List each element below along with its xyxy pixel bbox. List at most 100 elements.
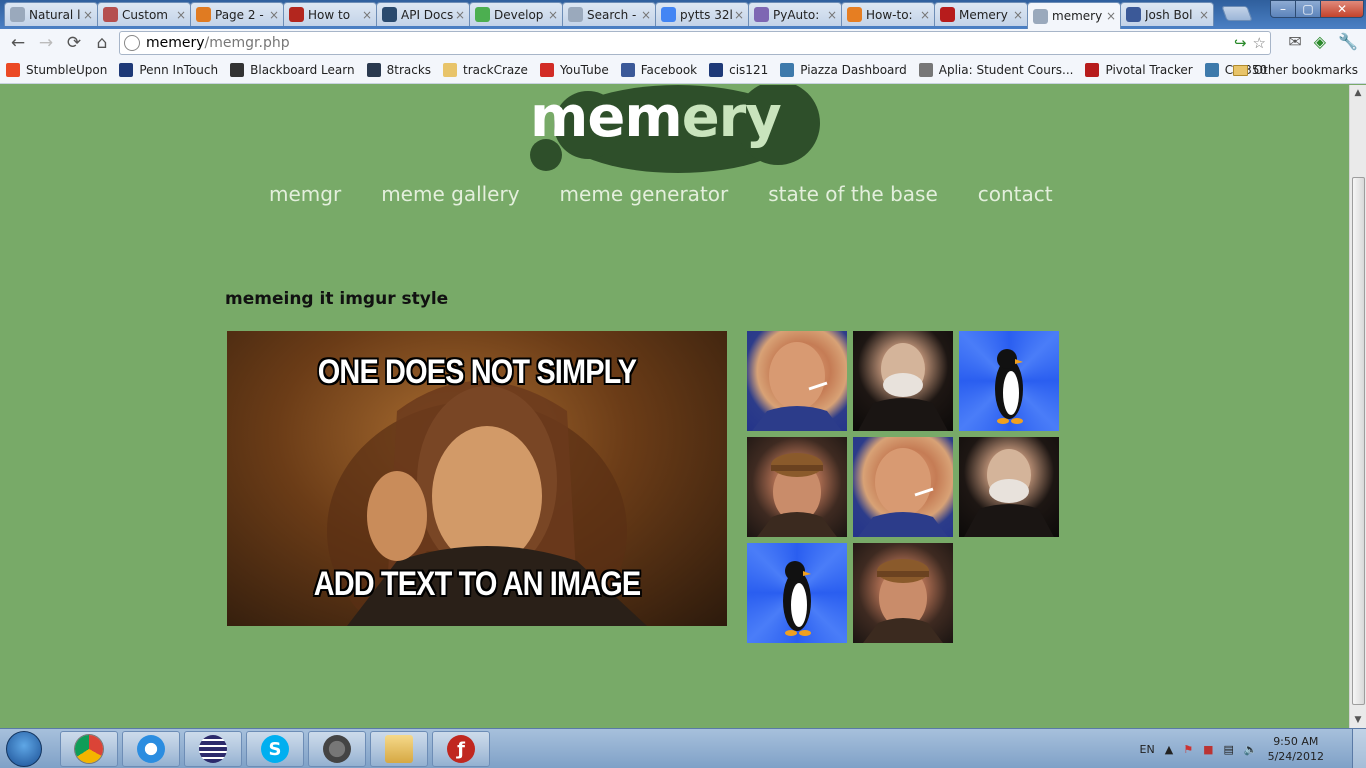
show-desktop-button[interactable] [1352, 729, 1366, 768]
tray-expand-icon[interactable]: ▲ [1165, 743, 1173, 756]
tab-close-icon[interactable]: × [1106, 9, 1116, 23]
network-icon[interactable]: ▤ [1223, 743, 1233, 756]
clock-time: 9:50 AM [1273, 735, 1319, 748]
meme-thumbnail-penguin[interactable] [747, 543, 847, 643]
maximize-button[interactable]: ▢ [1295, 0, 1321, 18]
meme-thumbnail-dos[interactable] [853, 331, 953, 431]
scroll-up-arrow-icon[interactable]: ▲ [1350, 85, 1366, 101]
bookmark-label: 8tracks [386, 63, 432, 77]
bookmark-item[interactable]: 8tracks [361, 63, 437, 77]
bookmark-item[interactable]: Piazza Dashboard [774, 63, 913, 77]
tab-close-icon[interactable]: × [176, 8, 186, 22]
bookmark-item[interactable]: Penn InTouch [113, 63, 224, 77]
scroll-thumb[interactable] [1352, 177, 1365, 705]
browser-tab[interactable]: Develop × [469, 2, 563, 26]
flash-icon: ƒ [447, 735, 475, 763]
forward-button[interactable]: → [32, 30, 60, 56]
taskbar-chrome[interactable] [60, 731, 118, 767]
scroll-down-arrow-icon[interactable]: ▼ [1350, 712, 1366, 728]
tab-close-icon[interactable]: × [548, 8, 558, 22]
nav-state-of-the-base[interactable]: state of the base [768, 182, 938, 206]
tab-close-icon[interactable]: × [83, 8, 93, 22]
back-button[interactable]: ← [4, 30, 32, 56]
tab-close-icon[interactable]: × [1013, 8, 1023, 22]
tab-close-icon[interactable]: × [455, 8, 465, 22]
meme-thumbnail-penguin[interactable] [959, 331, 1059, 431]
tab-favicon-icon [475, 7, 490, 22]
new-tab-button[interactable] [1221, 6, 1253, 21]
nav-meme-gallery[interactable]: meme gallery [381, 182, 519, 206]
redirect-icon[interactable]: ↪ [1234, 34, 1247, 52]
tab-title: Memery [959, 7, 1008, 22]
page-scrollbar[interactable]: ▲ ▼ [1349, 85, 1366, 728]
tab-close-icon[interactable]: × [734, 8, 744, 22]
address-bar[interactable]: memery/memgr.php ↪ ☆ [119, 31, 1271, 55]
tab-close-icon[interactable]: × [362, 8, 372, 22]
clock[interactable]: 9:50 AM 5/24/2012 [1268, 734, 1324, 764]
other-bookmarks[interactable]: Other bookmarks [1232, 63, 1358, 77]
featured-meme-image[interactable]: ONE DOES NOT SIMPLY ADD TEXT TO AN IMAGE [227, 331, 727, 626]
bookmark-label: trackCraze [463, 63, 528, 77]
home-button[interactable]: ⌂ [88, 30, 116, 56]
browser-tab[interactable]: memery × [1027, 2, 1121, 29]
taskbar-file-explorer[interactable] [370, 731, 428, 767]
extension-mail-icon[interactable]: ✉ [1288, 32, 1301, 51]
taskbar-utility[interactable] [308, 731, 366, 767]
tab-favicon-icon [568, 7, 583, 22]
tray-app-icon[interactable]: ■ [1203, 743, 1213, 756]
browser-tab[interactable]: Search - × [562, 2, 656, 26]
tab-close-icon[interactable]: × [641, 8, 651, 22]
bookmark-item[interactable]: YouTube [534, 63, 615, 77]
start-button[interactable] [6, 731, 42, 767]
site-logo[interactable]: memery [530, 85, 782, 151]
bookmark-item[interactable]: Facebook [615, 63, 703, 77]
bookmark-item[interactable]: Aplia: Student Cours... [913, 63, 1080, 77]
taskbar-eclipse[interactable] [184, 731, 242, 767]
minimize-button[interactable]: – [1270, 0, 1296, 18]
bookmark-item[interactable]: StumbleUpon [0, 63, 113, 77]
eclipse-icon [199, 735, 227, 763]
browser-tab[interactable]: Natural l × [4, 2, 98, 26]
bookmark-item[interactable]: Blackboard Learn [224, 63, 360, 77]
meme-thumbnail-greg[interactable] [853, 437, 953, 537]
reload-button[interactable]: ⟳ [60, 30, 88, 56]
bookmark-item[interactable]: cis121 [703, 63, 774, 77]
meme-thumbnail-scumbag[interactable] [853, 543, 953, 643]
meme-thumbnail-greg[interactable] [747, 331, 847, 431]
meme-thumbnail-scumbag[interactable] [747, 437, 847, 537]
browser-tab[interactable]: pytts 32l × [655, 2, 749, 26]
browser-tab[interactable]: Josh Bol × [1120, 2, 1214, 26]
browser-tab[interactable]: How-to: × [841, 2, 935, 26]
tab-favicon-icon [847, 7, 862, 22]
meme-thumbnail-dos[interactable] [959, 437, 1059, 537]
volume-icon[interactable]: 🔈 [1244, 743, 1258, 756]
tab-close-icon[interactable]: × [269, 8, 279, 22]
browser-tab[interactable]: API Docs × [376, 2, 470, 26]
browser-tab[interactable]: PyAuto: × [748, 2, 842, 26]
taskbar-skype[interactable]: S [246, 731, 304, 767]
browser-tab[interactable]: Custom × [97, 2, 191, 26]
nav-meme-generator[interactable]: meme generator [560, 182, 729, 206]
nav-memgr[interactable]: memgr [269, 182, 341, 206]
bookmark-star-icon[interactable]: ☆ [1253, 34, 1266, 52]
wrench-icon[interactable]: 🔧 [1338, 32, 1358, 51]
browser-tab[interactable]: How to × [283, 2, 377, 26]
language-indicator[interactable]: EN [1140, 743, 1155, 756]
taskbar-app-circle[interactable] [122, 731, 180, 767]
tab-close-icon[interactable]: × [827, 8, 837, 22]
nav-contact[interactable]: contact [978, 182, 1053, 206]
action-center-flag-icon[interactable]: ⚑ [1183, 743, 1193, 756]
browser-tab[interactable]: Memery × [934, 2, 1028, 26]
taskbar-flash[interactable]: ƒ [432, 731, 490, 767]
bookmark-item[interactable]: Pivotal Tracker [1079, 63, 1198, 77]
bookmark-favicon-icon [443, 63, 458, 77]
browser-tab[interactable]: Page 2 - × [190, 2, 284, 26]
bookmark-favicon-icon [709, 63, 724, 77]
close-window-button[interactable]: ✕ [1320, 0, 1364, 18]
section-title: memeing it imgur style [225, 289, 449, 309]
tab-close-icon[interactable]: × [1199, 8, 1209, 22]
extension-green-icon[interactable]: ◈ [1314, 32, 1326, 51]
bookmark-item[interactable]: trackCraze [437, 63, 534, 77]
bookmark-favicon-icon [539, 63, 554, 77]
tab-close-icon[interactable]: × [920, 8, 930, 22]
